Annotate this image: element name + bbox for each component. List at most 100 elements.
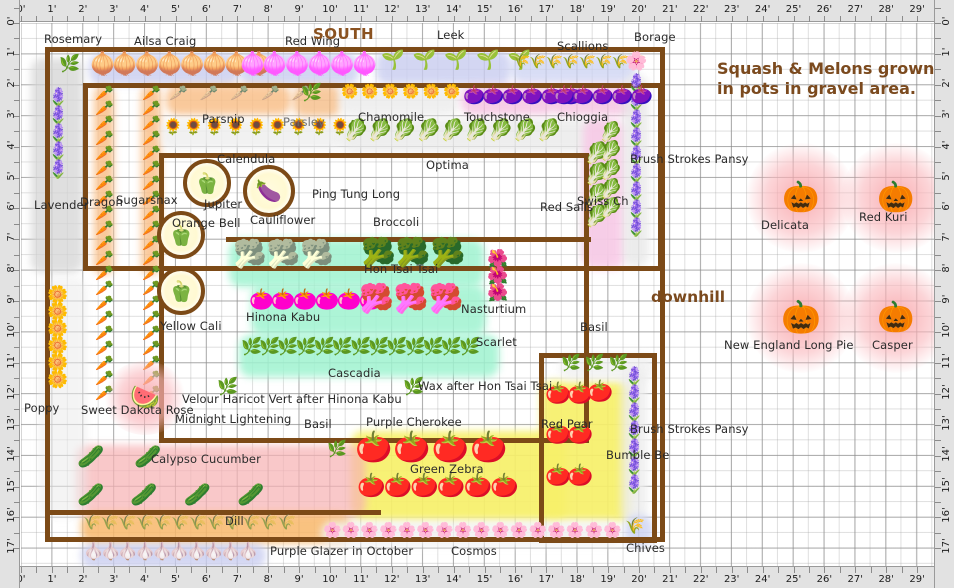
label-chives: Chives xyxy=(626,541,665,555)
chamomile-icon: 🌼🌼🌼🌼🌼🌼 xyxy=(341,84,464,100)
ruler-tick-label: 0' xyxy=(6,16,17,26)
row-chamomile[interactable]: 🌼🌼🌼🌼🌼🌼 xyxy=(341,85,464,99)
ruler-left[interactable]: 0' 1' 2' 3' 4' 5' 6' 7' 8' 9' 10' 11' 12' 13' 14' 15' 16… xyxy=(0,0,20,588)
row-cosmos[interactable]: 🌸🌸🌸🌸🌸🌸🌸🌸🌸🌸🌸🌸🌸🌸🌸🌸 xyxy=(323,523,622,538)
row-borage[interactable]: 🌸 xyxy=(625,53,647,71)
pot-ping-tung-long-eggplant[interactable]: 🍆 xyxy=(243,165,295,217)
label-scallions: Scallions xyxy=(557,39,609,53)
label-midnight-lightening: Midnight Lightening xyxy=(175,412,292,426)
row-chioggia-beets[interactable]: 🍅🍅🍅🍅🍅 xyxy=(553,87,653,105)
ruler-tick-label: 26' xyxy=(816,574,833,585)
row-hon-tsai-tsai[interactable]: 🥦🥦🥦 xyxy=(359,285,464,313)
ruler-tick-mark xyxy=(129,567,131,573)
row-nasturtium[interactable]: 🌺 🌺 🌺 xyxy=(487,251,508,302)
row-chives[interactable]: 🌾 xyxy=(625,518,645,534)
ruler-tick-mark xyxy=(14,146,20,148)
ruler-tick-mark xyxy=(639,16,640,22)
ruler-tick-mark xyxy=(731,567,733,573)
pot-yellow-cali-pepper[interactable]: 🫑 xyxy=(157,267,205,315)
row-basil-topright[interactable]: 🌿🌿🌿 xyxy=(561,355,633,371)
parsley-icon: 🌿 xyxy=(301,83,323,103)
row-bumble-bee-tomato-2[interactable]: 🍅🍅 xyxy=(545,465,593,486)
ruler-tick-mark xyxy=(499,567,501,573)
ruler-tick-mark xyxy=(175,16,177,22)
row-parsley[interactable]: 🌿 xyxy=(301,85,322,102)
ruler-tick-mark xyxy=(14,332,20,333)
row-green-zebra-tomato[interactable]: 🍅🍅🍅🍅🍅🍅 xyxy=(357,475,519,498)
ruler-tick-mark xyxy=(762,16,764,22)
row-purple-cherokee-tomato[interactable]: 🍅🍅🍅🍅 xyxy=(355,433,508,463)
ruler-tick-mark xyxy=(608,567,610,573)
purple-broccoli-icon: 🥦🥦🥦 xyxy=(359,282,464,315)
ruler-tick-mark xyxy=(592,567,594,573)
item-casper-pumpkin[interactable]: 🎃 xyxy=(872,293,920,341)
row-lavender[interactable]: 🪻 🪻 🪻 🪻 🪻 xyxy=(47,89,69,179)
ruler-tick-mark xyxy=(935,532,941,534)
label-nasturtium: Nasturtium xyxy=(461,302,527,316)
ruler-tick-mark xyxy=(438,567,440,573)
row-purple-glazer-garlic[interactable]: 🧄🧄🧄🧄🧄🧄🧄🧄🧄🧄 xyxy=(83,544,259,561)
ruler-tick-mark xyxy=(14,424,20,426)
ruler-tick-mark xyxy=(654,16,656,22)
ruler-tick-mark xyxy=(839,16,841,22)
ruler-tick-label: 21' xyxy=(662,4,678,15)
ruler-tick-label: 20' xyxy=(631,4,647,15)
pea-icon: 🌿🌿🌿🌿🌿🌿🌿🌿🌿🌿🌿🌿🌿 xyxy=(241,337,480,357)
ruler-tick-label: 17' xyxy=(538,574,555,585)
ruler-tick-label: 6' xyxy=(201,574,211,585)
ruler-tick-mark xyxy=(391,567,393,573)
ruler-tick-mark xyxy=(14,486,20,488)
ruler-tick-label: 3' xyxy=(109,574,119,585)
red-onion-icon: 🧅🧅🧅🧅🧅🧅 xyxy=(239,52,378,77)
row-basil-mid[interactable]: 🌿 xyxy=(327,441,347,457)
ruler-tick-mark xyxy=(824,567,826,573)
item-delicata-squash[interactable]: 🎃 xyxy=(777,173,825,221)
garden-grid[interactable]: 🌿 🧅🧅🧅🧅🧅🧅🧅🧅 🧅🧅🧅🧅🧅🧅 🌱🌱🌱🌱🌱 🌾🌾🌾🌾🌾🌾🌾🌾 🌸 🪻 🪻 🪻 🪻 🪻… xyxy=(21,23,934,566)
ruler-tick-mark xyxy=(36,567,38,573)
row-calypso-cucumber[interactable]: 🥒🥒🥒🥒 xyxy=(77,485,291,507)
label-purple-cherokee: Purple Cherokee xyxy=(366,415,462,429)
ruler-tick-label: 9' xyxy=(941,294,952,304)
ruler-tick-mark xyxy=(669,16,671,22)
ruler-top[interactable]: 0' 1' 2' 3' 4' 5' 6' 7' 8' 9' 10' 11' 12' 13' 14' 15' 16… xyxy=(0,0,954,22)
ruler-tick-mark xyxy=(623,567,625,573)
ruler-tick-label: 2' xyxy=(6,78,17,88)
ruler-tick-mark xyxy=(160,567,162,573)
ruler-tick-label: 12' xyxy=(6,384,17,400)
ruler-tick-label: 8' xyxy=(263,4,273,15)
ruler-tick-mark xyxy=(252,567,254,573)
pumpkin-icon: 🎃 xyxy=(781,298,821,336)
ruler-tick-mark xyxy=(685,567,687,573)
ruler-tick-mark xyxy=(376,567,378,573)
ruler-tick-label: 7' xyxy=(941,232,952,242)
ruler-tick-mark xyxy=(935,208,941,210)
label-parsnip: Parsnip xyxy=(202,112,245,126)
row-dill[interactable]: 🌾🌾🌾🌾🌾🌾🌾🌾🌾🌾🌾🌾 xyxy=(83,515,296,530)
ruler-tick-mark xyxy=(144,567,146,573)
ruler-tick-label: 11' xyxy=(353,574,369,585)
ruler-tick-mark xyxy=(935,393,941,395)
ruler-tick-mark xyxy=(935,69,941,71)
ruler-tick-mark xyxy=(14,38,20,40)
ruler-tick-mark xyxy=(808,567,810,573)
row-tomato-upper-right[interactable]: 🍅 xyxy=(587,381,613,402)
ruler-tick-mark xyxy=(808,16,810,22)
ruler-tick-label: 28' xyxy=(878,574,894,585)
row-rosemary[interactable]: 🌿 xyxy=(59,56,80,73)
ruler-tick-mark xyxy=(98,567,100,573)
ruler-bottom[interactable]: 0' 1' 2' 3' 4' 5' 6' 7' 8' 9' 10' 11' 12' 13' 14' 15' 16… xyxy=(0,566,954,588)
ruler-tick-label: 15' xyxy=(476,4,493,15)
row-poppy[interactable]: 🌼 🌼 🌼 🌼 🌼 🌼 xyxy=(47,287,68,389)
ruler-tick-mark xyxy=(14,239,20,241)
ruler-tick-label: 15' xyxy=(476,574,493,585)
ruler-tick-mark xyxy=(14,177,20,179)
row-cascadia-peas[interactable]: 🌿🌿🌿🌿🌿🌿🌿🌿🌿🌿🌿🌿🌿 xyxy=(241,337,480,357)
garden-planner-canvas[interactable]: 🌿 🧅🧅🧅🧅🧅🧅🧅🧅 🧅🧅🧅🧅🧅🧅 🌱🌱🌱🌱🌱 🌾🌾🌾🌾🌾🌾🌾🌾 🌸 🪻 🪻 🪻 🪻 🪻… xyxy=(0,0,954,588)
ruler-tick-mark xyxy=(793,16,795,22)
row-parsnip[interactable]: 🥕🥕🥕🥕🥕 xyxy=(169,86,322,101)
row-carrot-dragon[interactable]: 🥕🥕🥕🥕🥕🥕🥕🥕🥕🥕🥕🥕🥕🥕🥕🥕🥕🥕🥕🥕🥕 xyxy=(95,86,114,401)
ruler-right[interactable]: 0' 1' 2' 3' 4' 5' 6' 7' 8' 9' 10' 11' 12' 13' 14' 15' 16… xyxy=(934,0,954,588)
row-cauliflower[interactable]: 🥦🥦🥦 xyxy=(233,241,334,268)
row-red-wing-onions[interactable]: 🧅🧅🧅🧅🧅🧅 xyxy=(239,52,378,77)
item-new-england-long-pie[interactable]: 🎃 xyxy=(777,293,825,341)
